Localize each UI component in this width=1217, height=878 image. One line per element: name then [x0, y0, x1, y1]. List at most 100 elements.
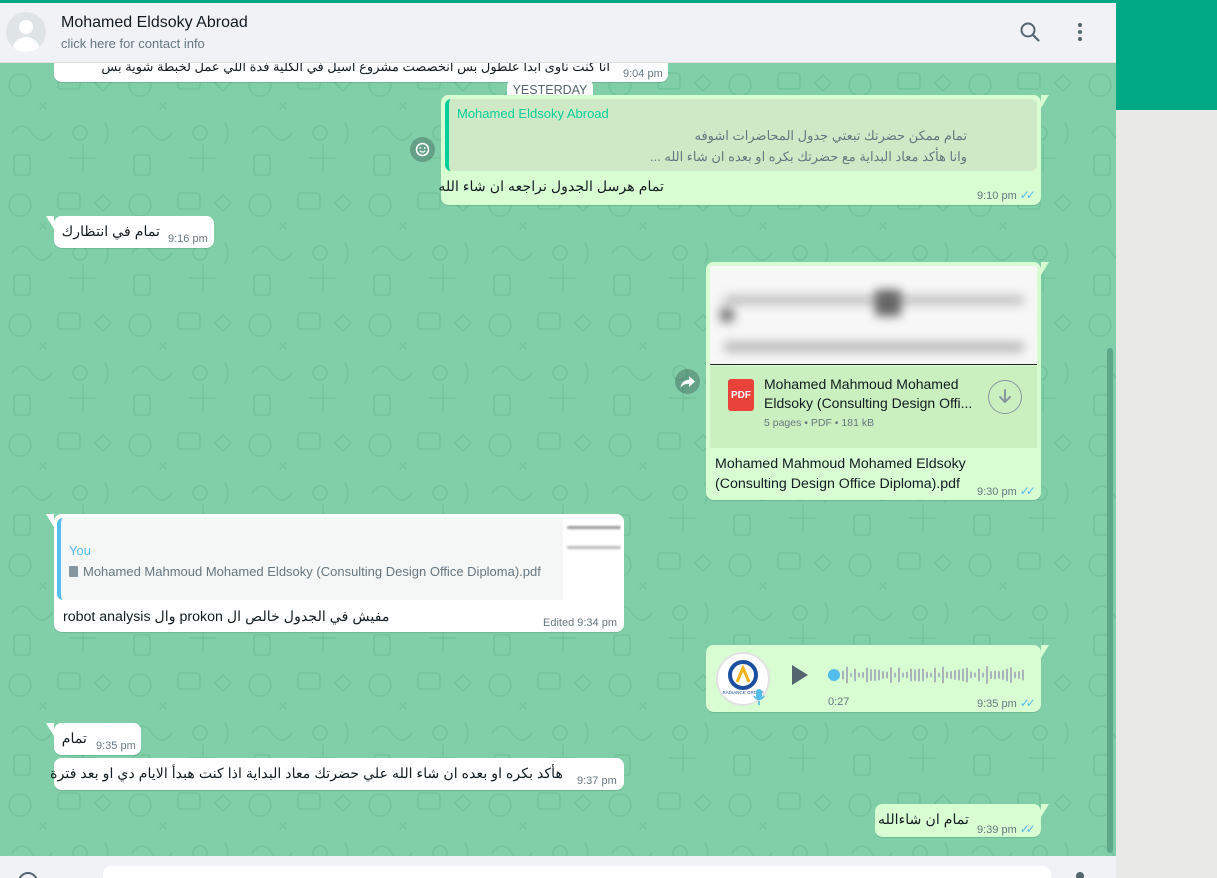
- message-outgoing-voice[interactable]: RADIANCE GROUP 0:27 9:35 pm ✓✓: [706, 645, 1049, 712]
- waveform-bar: [934, 667, 936, 683]
- message-incoming[interactable]: هأكد بكره او بعده ان شاء الله علي حضرتك …: [50, 758, 624, 790]
- waveform-bar: [918, 668, 920, 682]
- message-text: انا كنت ناوى ابدا علطول بس انخصصت مشروع …: [101, 63, 610, 74]
- waveform-bar: [922, 668, 924, 682]
- message-list[interactable]: انا كنت ناوى ابدا علطول بس انخصصت مشروع …: [0, 63, 1116, 856]
- quote-document: Mohamed Mahmoud Mohamed Eldsoky (Consult…: [69, 564, 541, 579]
- waveform-bar: [906, 671, 908, 679]
- waveform-bar: [902, 672, 904, 678]
- message-status: 9:35 pm ✓✓: [977, 696, 1036, 710]
- document-meta: 5 pages • PDF • 181 kB: [764, 417, 875, 429]
- document-caption-line: (Consulting Design Office Diploma).pdf: [715, 476, 960, 492]
- read-ticks-icon: ✓✓: [1019, 188, 1036, 202]
- document-card[interactable]: PDF Mohamed Mahmoud Mohamed Eldsoky (Con…: [710, 366, 1037, 448]
- waveform-bar: [854, 668, 856, 682]
- message-status: 9:30 pm ✓✓: [977, 484, 1036, 498]
- waveform-bar: [878, 669, 880, 681]
- emoji-reaction-button[interactable]: [410, 137, 435, 162]
- read-ticks-icon: ✓✓: [1019, 696, 1036, 710]
- message-time: 9:16 pm: [168, 233, 208, 245]
- contact-avatar[interactable]: [6, 12, 46, 52]
- forward-icon: [680, 376, 695, 388]
- contact-info-hint[interactable]: click here for contact info: [61, 36, 205, 51]
- waveform-bar: [938, 672, 940, 678]
- attach-emoji-icon[interactable]: [18, 872, 38, 878]
- waveform-bar: [850, 673, 852, 677]
- waveform-bar: [994, 670, 996, 680]
- waveform-bar: [970, 671, 972, 679]
- emoji-icon: [415, 142, 430, 157]
- message-status: 9:39 pm ✓✓: [977, 822, 1036, 836]
- read-ticks-icon: ✓✓: [1019, 822, 1036, 836]
- waveform-bar: [898, 667, 900, 683]
- microphone-icon: [753, 689, 765, 705]
- message-text: تمام في انتظارك: [61, 224, 160, 240]
- right-panel: [1116, 110, 1217, 878]
- quote-author: You: [69, 543, 91, 558]
- chat-header[interactable]: Mohamed Eldsoky Abroad click here for co…: [0, 3, 1116, 63]
- waveform-bar: [1006, 668, 1008, 682]
- message-input[interactable]: [103, 866, 1051, 878]
- message-outgoing[interactable]: تمام ان شاءالله 9:39 pm ✓✓: [875, 804, 1049, 837]
- pdf-file-icon: PDF: [728, 379, 754, 411]
- waveform-bar: [942, 666, 944, 684]
- waveform-bar: [914, 669, 916, 681]
- waveform-bar: [870, 669, 872, 681]
- quoted-message[interactable]: You Mohamed Mahmoud Mohamed Eldsoky (Con…: [57, 518, 621, 600]
- waveform-bar: [842, 670, 844, 680]
- waveform-bar: [966, 667, 968, 683]
- document-caption-line: Mohamed Mahmoud Mohamed Eldsoky: [715, 456, 966, 472]
- waveform-bar: [962, 668, 964, 682]
- message-incoming[interactable]: تمام في انتظارك 9:16 pm: [46, 216, 214, 248]
- play-icon[interactable]: [786, 662, 812, 688]
- message-outgoing-document[interactable]: PDF Mohamed Mahmoud Mohamed Eldsoky (Con…: [706, 262, 1049, 500]
- waveform-bar: [978, 668, 980, 682]
- download-button[interactable]: [988, 380, 1022, 414]
- message-outgoing-reply[interactable]: Mohamed Eldsoky Abroad تمام ممكن حضرتك ت…: [438, 95, 1049, 205]
- waveform-bar: [982, 672, 984, 678]
- document-title-line: Mohamed Mahmoud Mohamed: [764, 376, 959, 392]
- message-status: 9:10 pm ✓✓: [977, 188, 1036, 202]
- chat-scrollbar[interactable]: [1107, 348, 1113, 853]
- message-text: مفيش في الجدول خالص ال prokon وال robot …: [63, 609, 390, 625]
- voice-duration: 0:27: [828, 696, 850, 708]
- waveform-bar: [990, 671, 992, 679]
- message-time: 9:37 pm: [577, 775, 617, 787]
- playback-scrubber: [828, 669, 840, 681]
- forward-button[interactable]: [675, 369, 700, 394]
- quote-text-line: وانا هأكد معاد البداية مع حضرتك بكره او …: [649, 149, 967, 164]
- waveform-bar: [862, 672, 864, 678]
- waveform-bar: [1018, 671, 1020, 679]
- waveform-bar: [950, 671, 952, 679]
- document-icon: [69, 566, 78, 577]
- menu-icon[interactable]: [1068, 20, 1092, 44]
- voice-sender-avatar: RADIANCE GROUP: [716, 652, 770, 706]
- waveform-bar: [1002, 670, 1004, 680]
- quoted-message[interactable]: Mohamed Eldsoky Abroad تمام ممكن حضرتك ت…: [445, 99, 1037, 171]
- message-incoming[interactable]: تمام 9:35 pm: [46, 723, 141, 755]
- waveform-bar: [946, 671, 948, 679]
- contact-name[interactable]: Mohamed Eldsoky Abroad: [61, 14, 248, 32]
- quote-text: Mohamed Mahmoud Mohamed Eldsoky (Consult…: [83, 564, 541, 579]
- microphone-button-icon[interactable]: [1076, 872, 1084, 878]
- voice-waveform[interactable]: [828, 662, 1024, 688]
- quote-thumbnail: [563, 518, 621, 600]
- waveform-bar: [1014, 671, 1016, 679]
- document-title-line: Eldsoky (Consulting Design Offi...: [764, 395, 973, 411]
- waveform-bar: [846, 666, 848, 684]
- waveform-bar: [1010, 667, 1012, 683]
- document-preview-thumbnail[interactable]: [710, 266, 1037, 365]
- message-text: تمام هرسل الجدول نراجعه ان شاء الله: [438, 179, 664, 195]
- waveform-bar: [1022, 669, 1024, 681]
- waveform-bar: [858, 672, 860, 678]
- message-incoming-reply[interactable]: You Mohamed Mahmoud Mohamed Eldsoky (Con…: [46, 514, 624, 632]
- composer-bar: [0, 856, 1116, 878]
- message-text: تمام: [61, 731, 87, 747]
- waveform-bar: [986, 666, 988, 684]
- message-time: 9:35 pm: [96, 740, 136, 752]
- waveform-bar: [998, 671, 1000, 679]
- quote-author: Mohamed Eldsoky Abroad: [457, 106, 609, 121]
- waveform-bar: [958, 669, 960, 681]
- waveform-bar: [866, 667, 868, 683]
- search-icon[interactable]: [1018, 20, 1042, 44]
